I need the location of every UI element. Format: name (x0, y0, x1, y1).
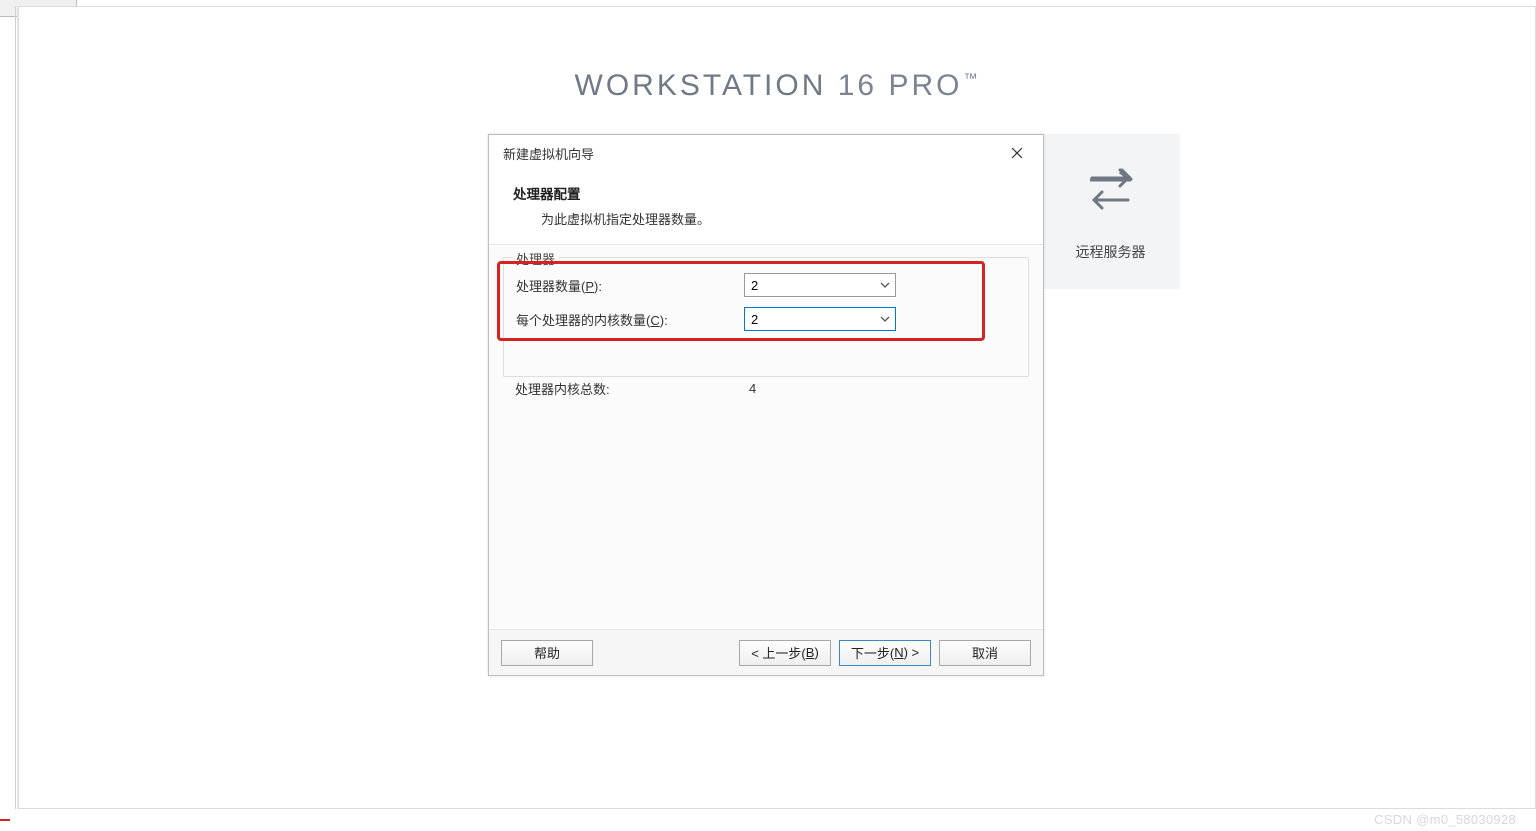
dialog-titlebar[interactable]: 新建虚拟机向导 (489, 135, 1043, 171)
main-content-area: WORKSTATION 16 PRO™ (18, 6, 1536, 809)
remote-server-icon (1082, 152, 1140, 226)
total-cores-row: 处理器内核总数: 4 (515, 379, 895, 398)
watermark: CSDN @m0_58030928 (1374, 812, 1516, 827)
decorative-mark (0, 819, 10, 821)
dialog-footer: 帮助 < 上一步(B) 下一步(N) > 取消 (489, 629, 1043, 675)
cores-per-processor-input[interactable] (744, 307, 896, 331)
left-edge-divider (15, 6, 16, 809)
page-title-wrap: WORKSTATION 16 PRO™ (19, 69, 1535, 103)
dialog-subheading: 为此虚拟机指定处理器数量。 (513, 203, 1043, 228)
processor-groupbox: 处理器 处理器数量(P): 每个处理器的内核数量(C): (503, 257, 1029, 377)
next-button[interactable]: 下一步(N) > (839, 640, 931, 666)
total-cores-value: 4 (743, 381, 895, 396)
page-title: WORKSTATION 16 PRO™ (575, 69, 980, 102)
close-button[interactable] (995, 138, 1039, 168)
new-vm-wizard-dialog: 新建虚拟机向导 处理器配置 为此虚拟机指定处理器数量。 处理器 处理器数量(P)… (488, 134, 1044, 676)
page-title-name: WORKSTATION (575, 69, 827, 102)
cancel-button[interactable]: 取消 (939, 640, 1031, 666)
help-button[interactable]: 帮助 (501, 640, 593, 666)
back-button[interactable]: < 上一步(B) (739, 640, 831, 666)
cores-per-processor-row: 每个处理器的内核数量(C): (516, 302, 1016, 336)
dialog-body: 处理器 处理器数量(P): 每个处理器的内核数量(C): (489, 244, 1043, 629)
remote-server-tile[interactable]: 远程服务器 (1041, 134, 1180, 289)
processor-count-combo[interactable] (744, 273, 896, 297)
cores-per-processor-label: 每个处理器的内核数量(C): (516, 310, 744, 329)
remote-server-label: 远程服务器 (1076, 242, 1146, 262)
dialog-header: 处理器配置 为此虚拟机指定处理器数量。 (489, 171, 1043, 244)
close-icon (1011, 147, 1023, 159)
dialog-heading: 处理器配置 (513, 183, 1043, 203)
page-title-edition: PRO (888, 69, 962, 102)
processor-count-row: 处理器数量(P): (516, 268, 1016, 302)
dialog-title: 新建虚拟机向导 (503, 144, 594, 163)
page-title-version: 16 (838, 69, 877, 102)
groupbox-caption: 处理器 (512, 249, 559, 268)
processor-count-input[interactable] (744, 273, 896, 297)
total-cores-label: 处理器内核总数: (515, 379, 743, 398)
trademark-symbol: ™ (963, 70, 980, 86)
cores-per-processor-combo[interactable] (744, 307, 896, 331)
processor-count-label: 处理器数量(P): (516, 276, 744, 295)
